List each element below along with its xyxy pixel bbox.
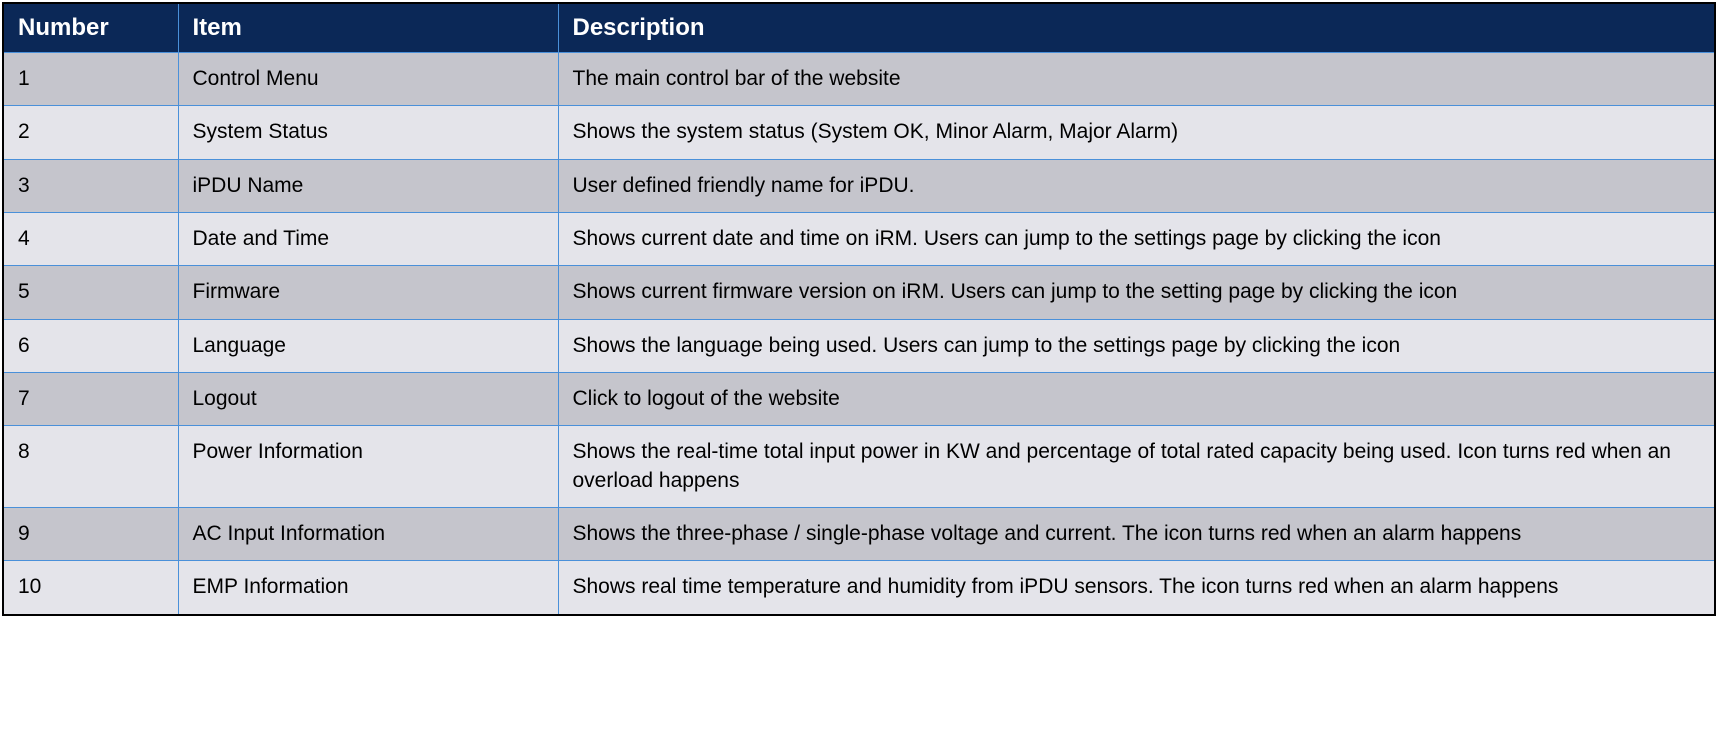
cell-description: User defined friendly name for iPDU. bbox=[558, 159, 1715, 212]
cell-description: Shows the language being used. Users can… bbox=[558, 319, 1715, 372]
table-row: 4 Date and Time Shows current date and t… bbox=[3, 213, 1715, 266]
table-row: 3 iPDU Name User defined friendly name f… bbox=[3, 159, 1715, 212]
cell-item: AC Input Information bbox=[178, 508, 558, 561]
cell-item: Logout bbox=[178, 373, 558, 426]
cell-number: 4 bbox=[3, 213, 178, 266]
cell-item: Firmware bbox=[178, 266, 558, 319]
cell-description: Shows the system status (System OK, Mino… bbox=[558, 106, 1715, 159]
cell-number: 3 bbox=[3, 159, 178, 212]
table-row: 8 Power Information Shows the real-time … bbox=[3, 426, 1715, 508]
cell-description: Shows real time temperature and humidity… bbox=[558, 561, 1715, 615]
cell-number: 1 bbox=[3, 53, 178, 106]
cell-description: Click to logout of the website bbox=[558, 373, 1715, 426]
cell-number: 9 bbox=[3, 508, 178, 561]
cell-number: 8 bbox=[3, 426, 178, 508]
cell-description: Shows the real-time total input power in… bbox=[558, 426, 1715, 508]
table-row: 9 AC Input Information Shows the three-p… bbox=[3, 508, 1715, 561]
cell-item: Date and Time bbox=[178, 213, 558, 266]
table-row: 6 Language Shows the language being used… bbox=[3, 319, 1715, 372]
cell-description: The main control bar of the website bbox=[558, 53, 1715, 106]
cell-item: iPDU Name bbox=[178, 159, 558, 212]
table-row: 1 Control Menu The main control bar of t… bbox=[3, 53, 1715, 106]
info-table: Number Item Description 1 Control Menu T… bbox=[2, 2, 1716, 616]
table-header-row: Number Item Description bbox=[3, 3, 1715, 53]
cell-number: 6 bbox=[3, 319, 178, 372]
cell-description: Shows current firmware version on iRM. U… bbox=[558, 266, 1715, 319]
cell-item: Control Menu bbox=[178, 53, 558, 106]
cell-item: EMP Information bbox=[178, 561, 558, 615]
header-description: Description bbox=[558, 3, 1715, 53]
cell-number: 10 bbox=[3, 561, 178, 615]
cell-item: Language bbox=[178, 319, 558, 372]
cell-number: 7 bbox=[3, 373, 178, 426]
table-row: 7 Logout Click to logout of the website bbox=[3, 373, 1715, 426]
header-item: Item bbox=[178, 3, 558, 53]
cell-description: Shows the three-phase / single-phase vol… bbox=[558, 508, 1715, 561]
cell-item: System Status bbox=[178, 106, 558, 159]
table-row: 5 Firmware Shows current firmware versio… bbox=[3, 266, 1715, 319]
header-number: Number bbox=[3, 3, 178, 53]
cell-description: Shows current date and time on iRM. User… bbox=[558, 213, 1715, 266]
table-row: 2 System Status Shows the system status … bbox=[3, 106, 1715, 159]
cell-number: 2 bbox=[3, 106, 178, 159]
cell-number: 5 bbox=[3, 266, 178, 319]
cell-item: Power Information bbox=[178, 426, 558, 508]
table-row: 10 EMP Information Shows real time tempe… bbox=[3, 561, 1715, 615]
